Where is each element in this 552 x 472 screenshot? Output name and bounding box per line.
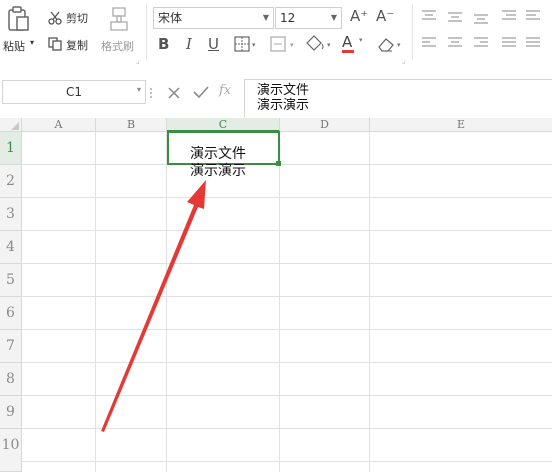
annotation-arrow	[101, 180, 206, 432]
